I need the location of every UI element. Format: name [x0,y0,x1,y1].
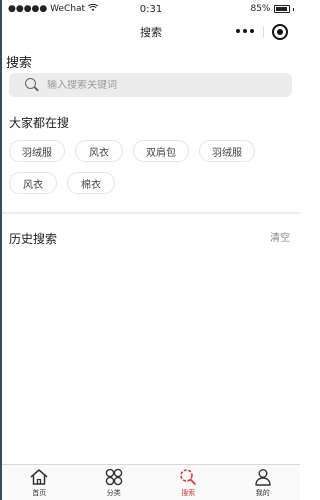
hot-tag[interactable]: 羽绒服 [9,140,65,162]
battery-icon [273,5,290,13]
tab-home[interactable]: 首页 [2,465,77,500]
tab-label: 搜索 [181,489,196,497]
capsule-divider [263,26,264,38]
user-icon [255,469,271,486]
tab-category[interactable]: 分类 [77,465,152,500]
tab-label: 首页 [32,489,47,497]
tab-search[interactable]: 搜索 [151,465,226,500]
page-title: 搜索 [140,26,162,39]
search-icon [180,469,197,485]
hot-tag[interactable]: 羽绒服 [199,140,255,162]
nav-bar: 搜索 [2,18,300,46]
home-icon [30,469,48,485]
target-icon[interactable] [272,24,288,40]
clear-history-button[interactable]: 清空 [270,229,290,244]
more-dots-icon[interactable] [236,29,254,33]
hot-tag[interactable]: 风衣 [9,172,57,194]
hot-search-title: 大家都在搜 [9,116,70,130]
hot-tags: 羽绒服 风衣 双肩包 羽绒服 风衣 棉衣 [9,140,294,204]
search-box[interactable] [9,73,292,97]
search-icon [25,78,39,92]
status-bar: ●●●●● WeChat 0:31 85% [2,0,300,18]
window-edge [0,0,2,500]
status-time: 0:31 [139,3,163,15]
tag-row: 羽绒服 风衣 双肩包 羽绒服 [9,140,294,162]
tag-row: 风衣 棉衣 [9,172,294,194]
section-divider [2,212,300,214]
search-section-title: 搜索 [6,56,33,71]
hot-tag[interactable]: 棉衣 [67,172,115,194]
search-input[interactable] [47,79,267,91]
tab-profile[interactable]: 我的 [226,465,301,500]
category-icon [105,468,123,486]
history-title: 历史搜索 [9,232,58,246]
tab-bar: 首页 分类 搜索 我的 [2,464,300,500]
tab-label: 我的 [255,489,270,497]
hot-tag[interactable]: 风衣 [75,140,123,162]
tab-label: 分类 [106,489,121,497]
hot-tag[interactable]: 双肩包 [133,140,189,162]
